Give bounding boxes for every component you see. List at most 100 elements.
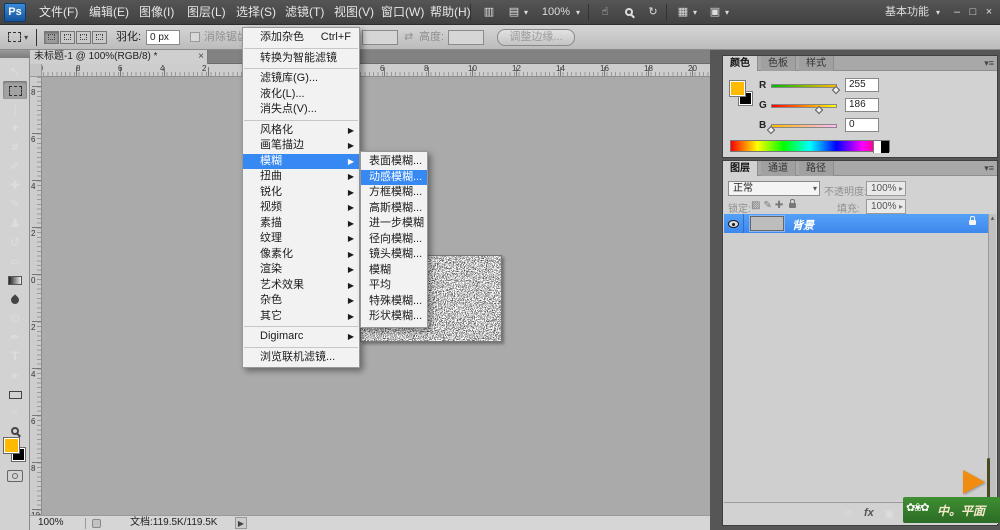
menu-item-filter-gallery[interactable]: 滤镜库(G)...	[243, 71, 359, 87]
menu-item-stylize[interactable]: 风格化▶	[243, 123, 359, 139]
menu-item-blur[interactable]: 模糊▶	[243, 154, 359, 170]
arrange-documents-icon[interactable]	[674, 4, 692, 21]
tab-layers[interactable]: 图层	[723, 161, 758, 176]
submenu-item-lens-blur[interactable]: 镜头模糊...	[361, 247, 427, 263]
submenu-item-box-blur[interactable]: 方框模糊...	[361, 185, 427, 201]
pen-tool[interactable]	[3, 328, 27, 346]
lock-pixels-icon[interactable]: ✎	[763, 200, 774, 211]
lock-position-icon[interactable]: ✚	[775, 200, 786, 211]
dodge-tool[interactable]	[3, 309, 27, 327]
menu-image[interactable]: 图像(I)	[130, 0, 183, 25]
lock-all-icon[interactable]	[789, 203, 796, 208]
submenu-item-smart-blur[interactable]: 特殊模糊...	[361, 294, 427, 310]
type-tool[interactable]	[3, 347, 27, 365]
add-mask-icon[interactable]	[884, 507, 894, 520]
submenu-item-shape-blur[interactable]: 形状模糊...	[361, 309, 427, 325]
submenu-item-radial-blur[interactable]: 径向模糊...	[361, 232, 427, 248]
zoom-level-dropdown[interactable]: 100%	[538, 4, 574, 21]
menu-item-vanishing-point[interactable]: 消失点(V)...	[243, 102, 359, 118]
chevron-down-icon[interactable]	[574, 4, 582, 21]
green-slider-track[interactable]	[771, 104, 837, 108]
menu-item-liquify[interactable]: 液化(L)...	[243, 87, 359, 103]
status-options-arrow-icon[interactable]: ▶	[235, 517, 247, 529]
healing-brush-tool[interactable]	[3, 176, 27, 194]
opacity-input[interactable]: 100%▸	[866, 181, 906, 196]
menu-item-brush-strokes[interactable]: 画笔描边▶	[243, 138, 359, 154]
link-layers-icon[interactable]	[844, 507, 852, 519]
layer-visibility-cell[interactable]	[724, 214, 744, 233]
spectrum-white-swatch[interactable]	[873, 141, 881, 153]
lasso-tool[interactable]	[3, 100, 27, 118]
blur-tool[interactable]	[3, 290, 27, 308]
chevron-down-icon[interactable]	[691, 4, 699, 21]
menu-item-sharpen[interactable]: 锐化▶	[243, 185, 359, 201]
spectrum-black-swatch[interactable]	[881, 141, 889, 153]
workspace-switcher[interactable]: 基本功能	[880, 4, 934, 21]
menu-item-pixelate[interactable]: 像素化▶	[243, 247, 359, 263]
document-tab[interactable]: 未标题-1 @ 100%(RGB/8) * ×	[30, 50, 208, 64]
hand-tool-icon[interactable]	[596, 4, 614, 21]
submenu-item-gaussian-blur[interactable]: 高斯模糊...	[361, 201, 427, 217]
view-extras-icon[interactable]	[505, 4, 523, 21]
lock-transparency-icon[interactable]: ▨	[751, 200, 763, 211]
menu-item-video[interactable]: 视频▶	[243, 200, 359, 216]
tab-channels[interactable]: 通道	[761, 161, 796, 176]
horizontal-ruler[interactable]: 10 8 6 4 2 6 8 10 12 14 16 18 20	[30, 64, 710, 77]
feather-input[interactable]: 0 px	[146, 30, 180, 45]
red-value-input[interactable]: 255	[845, 78, 879, 92]
hand-tool[interactable]	[3, 404, 27, 422]
color-spectrum-ramp[interactable]	[730, 140, 890, 152]
menu-item-other[interactable]: 其它▶	[243, 309, 359, 325]
close-button[interactable]	[982, 4, 996, 21]
ruler-origin-corner[interactable]	[30, 64, 42, 77]
width-input[interactable]	[362, 30, 398, 45]
menu-item-noise[interactable]: 杂色▶	[243, 293, 359, 309]
menu-item-add-noise[interactable]: 添加杂色Ctrl+F	[243, 30, 359, 46]
menu-item-texture[interactable]: 纹理▶	[243, 231, 359, 247]
submenu-item-blur-more[interactable]: 进一步模糊	[361, 216, 427, 232]
selection-add-icon[interactable]	[60, 31, 75, 44]
path-selection-tool[interactable]	[3, 366, 27, 384]
chevron-down-icon[interactable]	[723, 4, 731, 21]
history-brush-tool[interactable]	[3, 233, 27, 251]
panel-menu-icon[interactable]	[984, 58, 994, 69]
eraser-tool[interactable]	[3, 252, 27, 270]
crop-tool[interactable]	[3, 138, 27, 156]
status-zoom-input[interactable]: 100%	[38, 516, 64, 530]
brush-tool[interactable]	[3, 195, 27, 213]
fill-input[interactable]: 100%▸	[866, 199, 906, 214]
layer-thumbnail[interactable]	[750, 216, 784, 231]
menu-item-digimarc[interactable]: Digimarc▶	[243, 329, 359, 345]
tab-styles[interactable]: 样式	[799, 56, 834, 71]
antialias-checkbox[interactable]	[190, 32, 200, 42]
shape-tool[interactable]	[3, 385, 27, 403]
menu-file[interactable]: 文件(F)	[30, 0, 87, 25]
selection-subtract-icon[interactable]	[76, 31, 91, 44]
tool-preset-icon[interactable]: ▾	[8, 25, 28, 50]
chevron-down-icon[interactable]	[934, 4, 942, 21]
tab-color[interactable]: 颜色	[723, 56, 758, 71]
menu-item-browse-filters-online[interactable]: 浏览联机滤镜...	[243, 350, 359, 366]
foreground-color-swatch[interactable]	[4, 438, 19, 453]
menu-item-sketch[interactable]: 素描▶	[243, 216, 359, 232]
layer-row-background[interactable]: 背景	[724, 214, 990, 233]
zoom-tool-icon[interactable]	[620, 4, 638, 21]
submenu-item-motion-blur[interactable]: 动感模糊...	[361, 170, 427, 186]
chevron-down-icon[interactable]	[522, 4, 530, 21]
refine-edge-button[interactable]: 调整边缘...	[497, 29, 575, 46]
selection-new-icon[interactable]	[44, 31, 59, 44]
layer-style-icon[interactable]: fx	[864, 507, 874, 519]
panel-menu-icon[interactable]	[984, 163, 994, 174]
launch-bridge-icon[interactable]	[480, 4, 498, 21]
tab-paths[interactable]: 路径	[799, 161, 834, 176]
green-value-input[interactable]: 186	[845, 98, 879, 112]
panel-grip[interactable]	[0, 50, 30, 58]
blue-slider-track[interactable]	[771, 124, 837, 128]
submenu-item-average[interactable]: 平均	[361, 278, 427, 294]
clone-stamp-tool[interactable]	[3, 214, 27, 232]
zoom-tool[interactable]	[3, 421, 27, 439]
red-slider-track[interactable]	[771, 84, 837, 88]
menu-item-artistic[interactable]: 艺术效果▶	[243, 278, 359, 294]
blue-value-input[interactable]: 0	[845, 118, 879, 132]
rotate-view-icon[interactable]	[644, 4, 662, 21]
